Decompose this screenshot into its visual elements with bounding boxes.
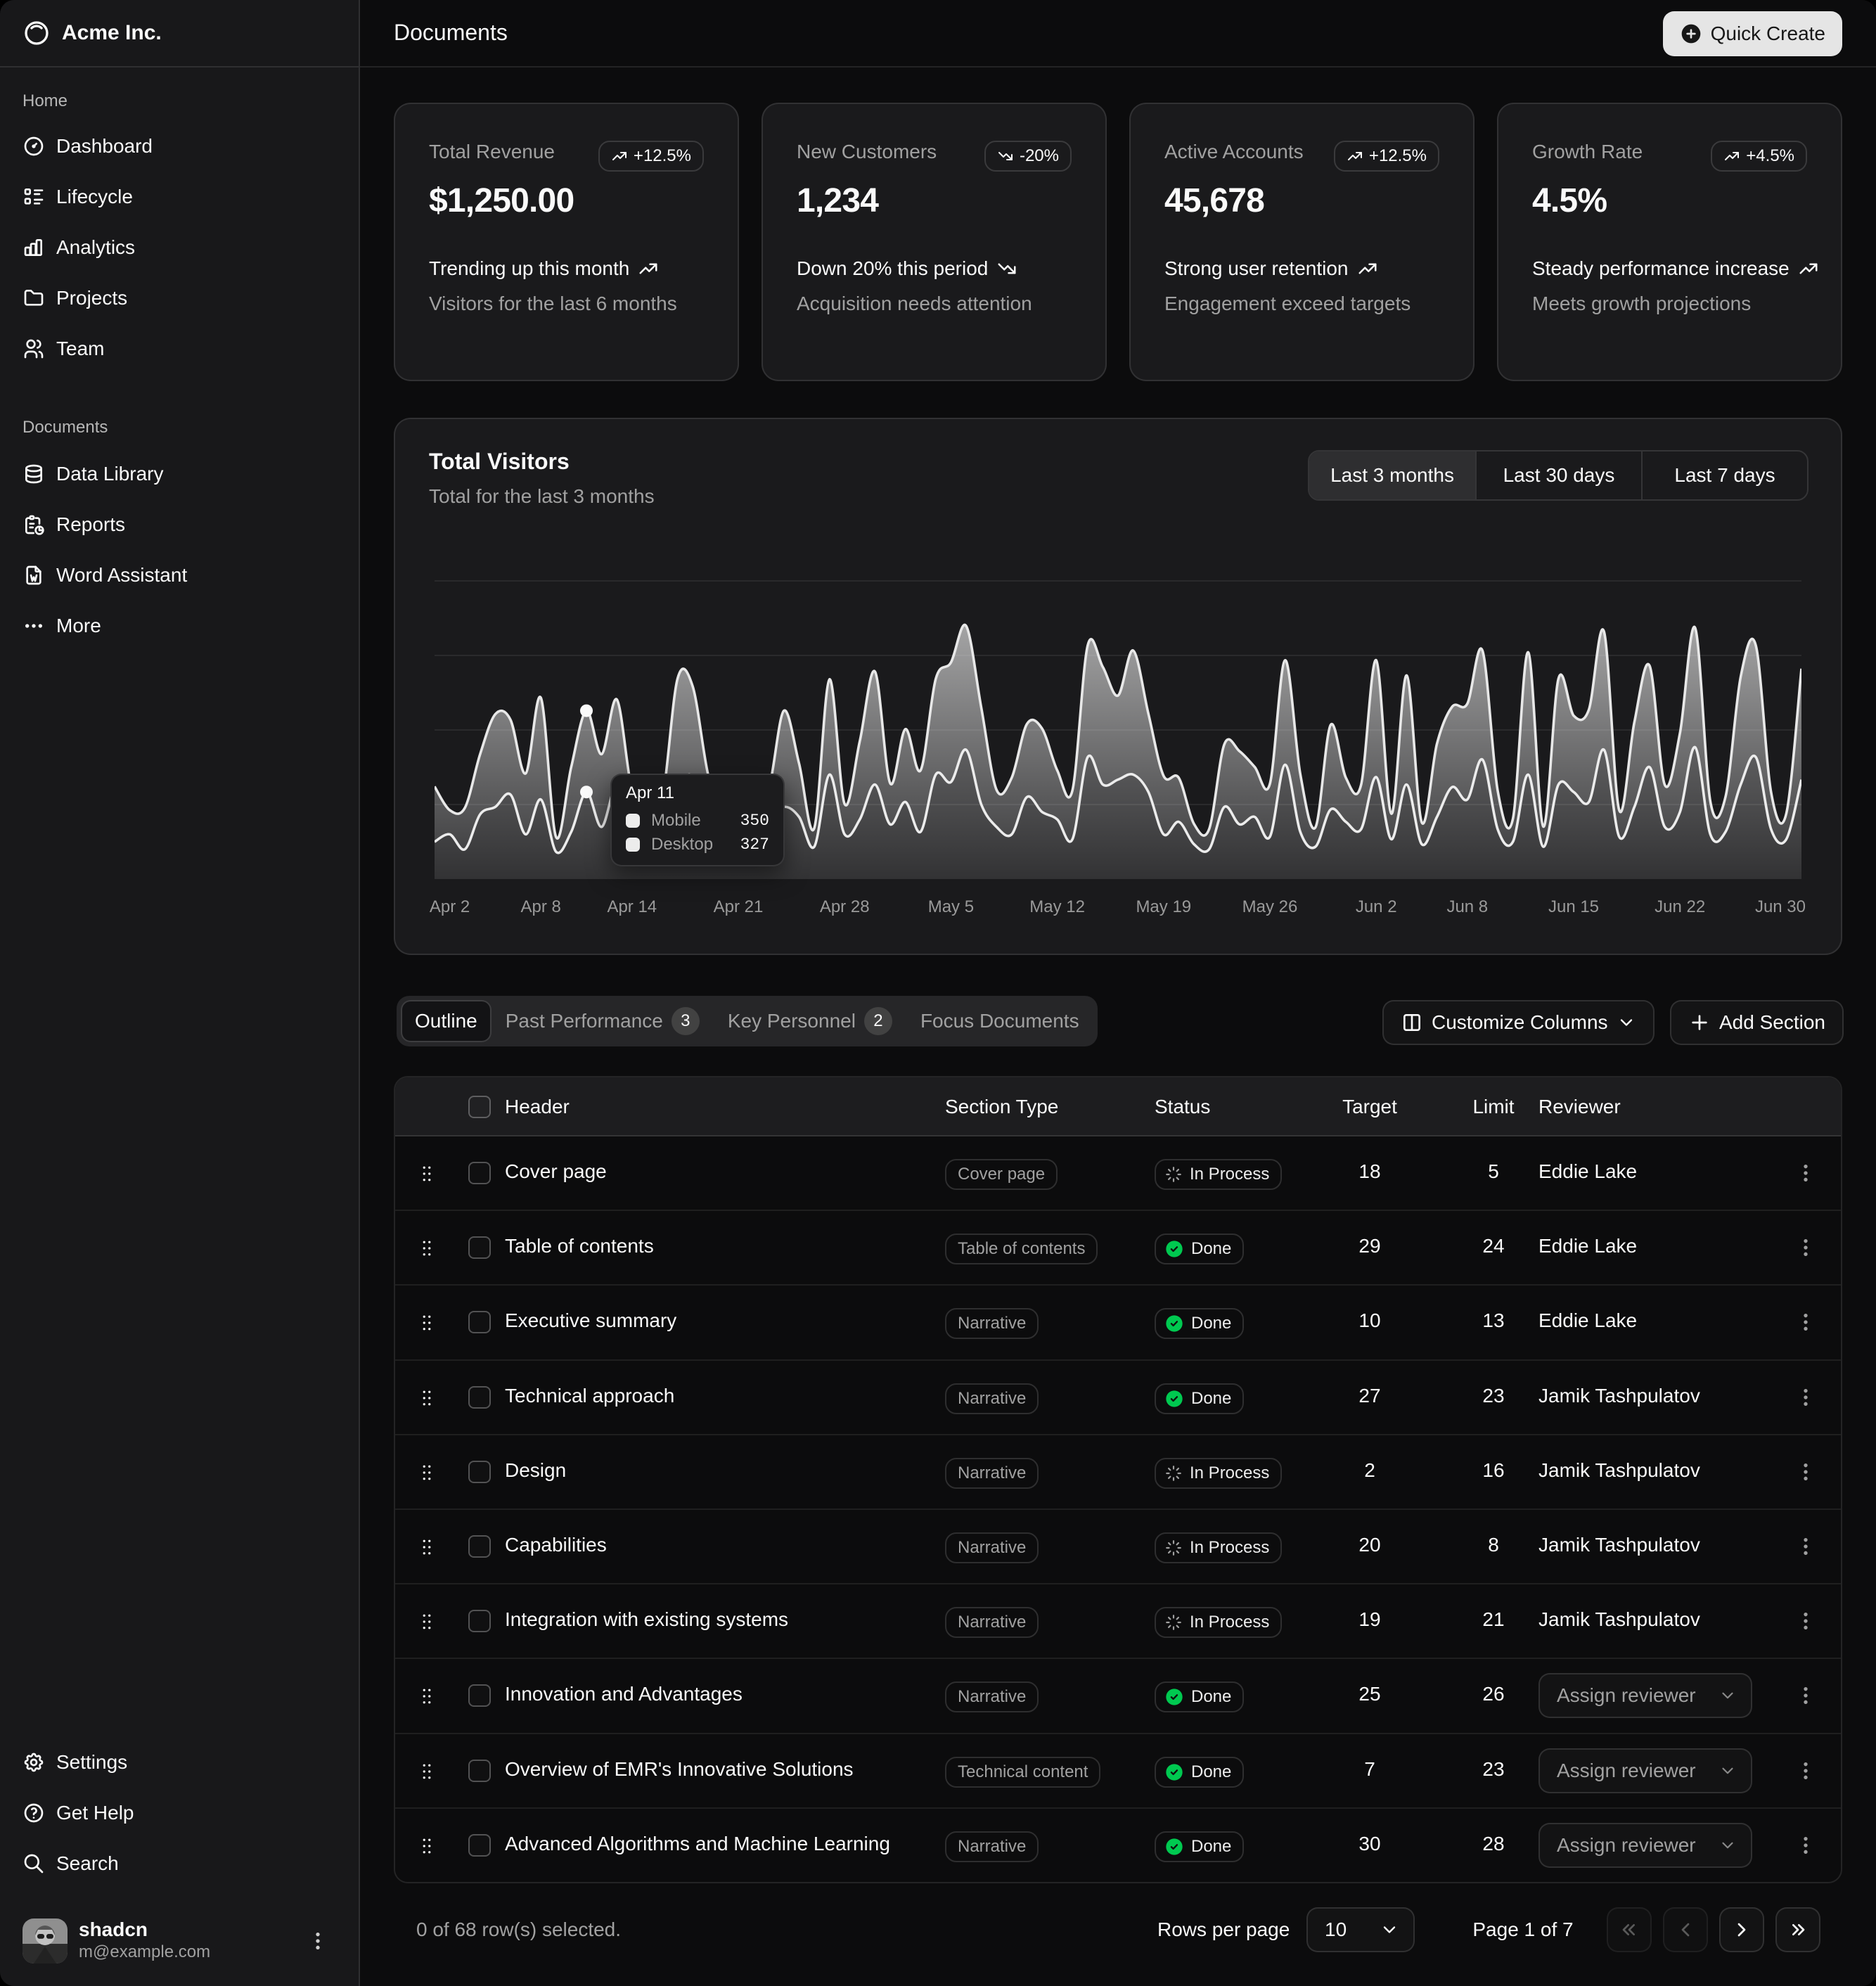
svg-text:Jun 22: Jun 22 xyxy=(1655,897,1705,916)
svg-text:Apr 28: Apr 28 xyxy=(820,897,870,916)
svg-text:Jun 15: Jun 15 xyxy=(1548,897,1599,916)
svg-text:May 19: May 19 xyxy=(1136,897,1191,916)
svg-text:Apr 8: Apr 8 xyxy=(521,897,561,916)
svg-text:Apr 21: Apr 21 xyxy=(714,897,764,916)
svg-text:May 12: May 12 xyxy=(1029,897,1085,916)
svg-text:Apr 14: Apr 14 xyxy=(607,897,657,916)
svg-text:Jun 8: Jun 8 xyxy=(1446,897,1488,916)
svg-text:May 26: May 26 xyxy=(1242,897,1298,916)
svg-text:Jun 30: Jun 30 xyxy=(1755,897,1806,916)
svg-text:Apr 2: Apr 2 xyxy=(430,897,470,916)
svg-text:May 5: May 5 xyxy=(928,897,974,916)
svg-text:Jun 2: Jun 2 xyxy=(1356,897,1397,916)
